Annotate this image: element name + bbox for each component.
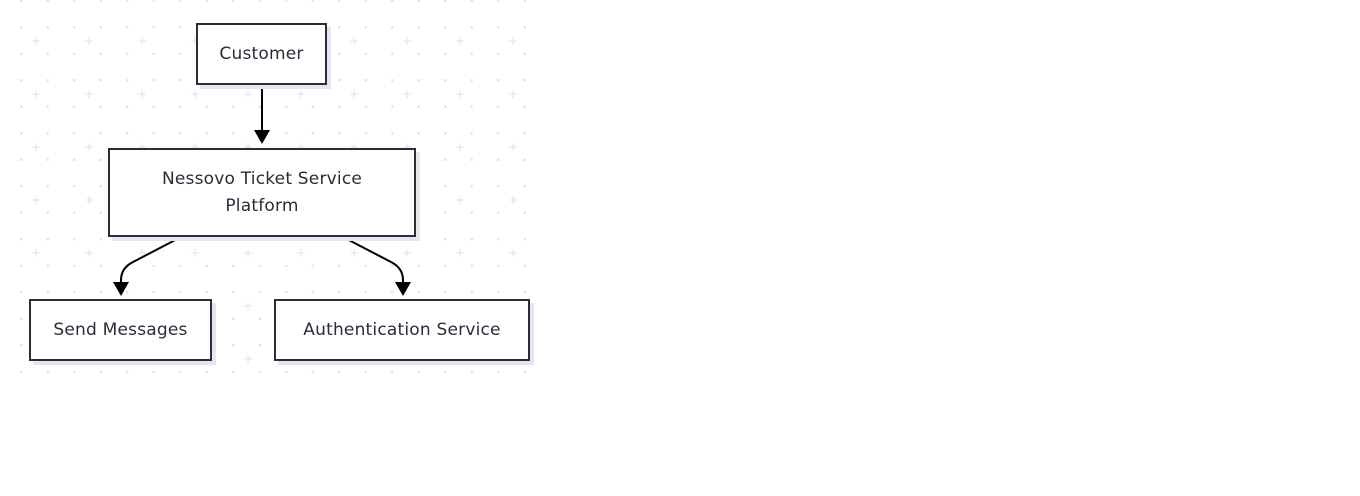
node-ticket-service-platform[interactable]: Nessovo Ticket Service Platform — [108, 148, 416, 237]
node-send-messages[interactable]: Send Messages — [29, 299, 212, 361]
edge-customer-to-platform — [254, 86, 270, 144]
diagram-canvas: + + + + + + + + + + + + + + + + + + + + + + + + + + + + + + + + + + + + + + + +… — [0, 0, 1360, 496]
node-customer[interactable]: Customer — [196, 23, 327, 85]
node-authentication-service[interactable]: Authentication Service — [274, 299, 530, 361]
edge-platform-to-send-messages — [113, 236, 182, 296]
node-auth-service-label: Authentication Service — [303, 319, 501, 340]
node-customer-label: Customer — [219, 43, 304, 64]
node-send-messages-label: Send Messages — [53, 319, 188, 340]
node-platform-label: Nessovo Ticket Service Platform — [161, 168, 363, 216]
edge-platform-to-auth-service — [342, 236, 411, 296]
